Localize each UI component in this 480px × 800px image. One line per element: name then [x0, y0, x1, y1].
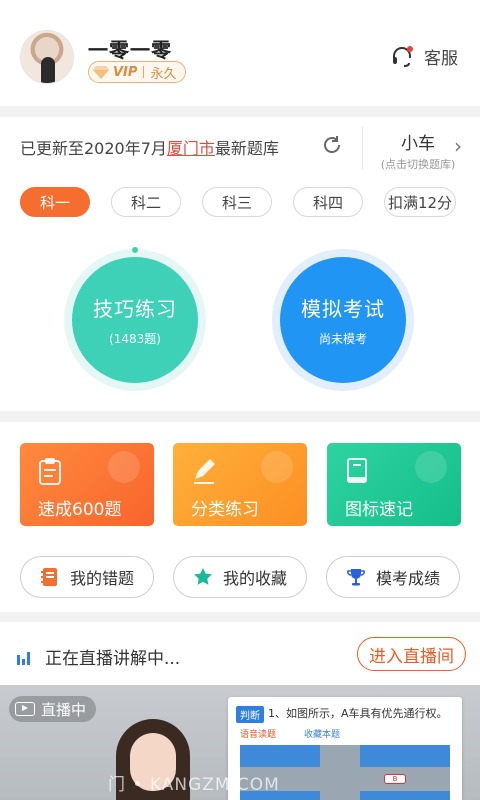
progress-dot: [132, 247, 138, 253]
road-vertical: [320, 745, 360, 800]
wrong-answers-label: 我的错题: [69, 569, 134, 588]
exam-ring: 模拟考试 尚未模考: [272, 249, 414, 391]
diamond-icon: [93, 64, 109, 80]
subject-tabs: 科一 科二 科三 科四 扣满12分: [20, 187, 456, 217]
favorites-button[interactable]: 我的收藏: [173, 556, 307, 598]
mock-exam-status: 尚未模考: [318, 332, 367, 346]
bank-update-text: 已更新至2020年7月厦门市最新题库: [20, 135, 279, 159]
notebook-icon: [40, 567, 60, 587]
app-root: 一零一零 VIP 永久 客服 已更新至2020年7月厦门市最新题库 小车 (点击…: [0, 0, 480, 800]
feature-section: 速成600题 分类练习 图标速记 我的错题 我的收藏 模考成绩: [0, 422, 480, 612]
live-banner[interactable]: 直播中 判断 1、如图所示，A车具有优先通行权。 语音读题 收藏本题 B 门 •…: [0, 685, 480, 800]
chevron-right-icon[interactable]: ›: [454, 134, 462, 158]
update-suffix: 最新题库: [214, 139, 279, 158]
slide-audio-option: 语音读题: [240, 730, 277, 740]
category-practice-tile[interactable]: 分类练习: [173, 443, 307, 526]
pencil-icon: [191, 457, 217, 485]
sign-memory-label: 图标速记: [345, 500, 413, 520]
live-section: 正在直播讲解中... 进入直播间 直播中 判断 1、如图所示，A车具有优先通行权…: [0, 622, 480, 800]
vehicle-selector[interactable]: 小车 (点击切换题库): [378, 129, 458, 172]
category-practice-label: 分类练习: [191, 500, 259, 520]
tab-subject-4[interactable]: 科四: [293, 187, 363, 217]
slide-favorite-option: 收藏本题: [304, 730, 341, 740]
city-link[interactable]: 厦门市: [167, 139, 215, 158]
avatar[interactable]: [20, 30, 74, 84]
slide-question: 1、如图所示，A车具有优先通行权。: [268, 707, 448, 720]
quick-600-tile[interactable]: 速成600题: [20, 443, 154, 526]
update-prefix: 已更新至2020年7月: [20, 139, 167, 158]
tab-penalty-12[interactable]: 扣满12分: [384, 187, 456, 217]
tab-subject-2[interactable]: 科二: [111, 187, 181, 217]
live-badge-label: 直播中: [41, 700, 87, 719]
favorites-label: 我的收藏: [222, 569, 287, 588]
practice-title: 技巧练习: [93, 297, 177, 321]
question-bank-card: 已更新至2020年7月厦门市最新题库 小车 (点击切换题库) › 科一 科二 科…: [0, 117, 480, 411]
refresh-icon[interactable]: [320, 133, 344, 157]
watermark: 门 • KANGZM.COM: [108, 775, 280, 795]
tab-subject-1[interactable]: 科一: [20, 187, 90, 217]
mock-exam-title: 模拟考试: [301, 297, 385, 321]
exam-scores-button[interactable]: 模考成绩: [326, 556, 460, 598]
divider: [362, 127, 363, 169]
live-status-text: 正在直播讲解中...: [45, 649, 181, 669]
practice-count: (1483题): [109, 332, 161, 346]
car-b-icon: B: [384, 774, 406, 784]
vip-divider: [143, 66, 145, 78]
star-icon: [193, 567, 213, 587]
slide-tag: 判断: [236, 706, 264, 723]
quick-600-label: 速成600题: [38, 500, 122, 520]
enter-live-button[interactable]: 进入直播间: [357, 637, 466, 671]
play-icon: [15, 702, 35, 716]
vehicle-name: 小车: [401, 134, 435, 154]
sign-memory-tile[interactable]: 图标速记: [327, 443, 461, 526]
vehicle-hint: (点击切换题库): [380, 158, 456, 171]
mock-exam-button[interactable]: 模拟考试 尚未模考: [280, 257, 406, 383]
exam-scores-label: 模考成绩: [375, 569, 440, 588]
bar-chart-icon: [16, 649, 32, 665]
customer-service-label: 客服: [424, 49, 458, 69]
vip-duration: 永久: [150, 66, 177, 82]
vip-badge[interactable]: VIP 永久: [88, 61, 187, 83]
clipboard-icon: [38, 457, 64, 485]
book-icon: [345, 457, 371, 485]
vip-label: VIP: [113, 64, 138, 80]
practice-button[interactable]: 技巧练习 (1483题): [72, 257, 198, 383]
profile-header: 一零一零 VIP 永久 客服: [0, 0, 480, 106]
quick-links: 我的错题 我的收藏 模考成绩: [20, 556, 460, 598]
username: 一零一零: [88, 38, 172, 62]
wrong-answers-button[interactable]: 我的错题: [20, 556, 154, 598]
practice-ring: 技巧练习 (1483题): [64, 247, 206, 391]
live-badge: 直播中: [9, 696, 97, 722]
tab-subject-3[interactable]: 科三: [202, 187, 272, 217]
trophy-icon: [346, 567, 366, 587]
customer-service-button[interactable]: 客服: [390, 44, 458, 69]
headset-icon: [390, 45, 414, 69]
